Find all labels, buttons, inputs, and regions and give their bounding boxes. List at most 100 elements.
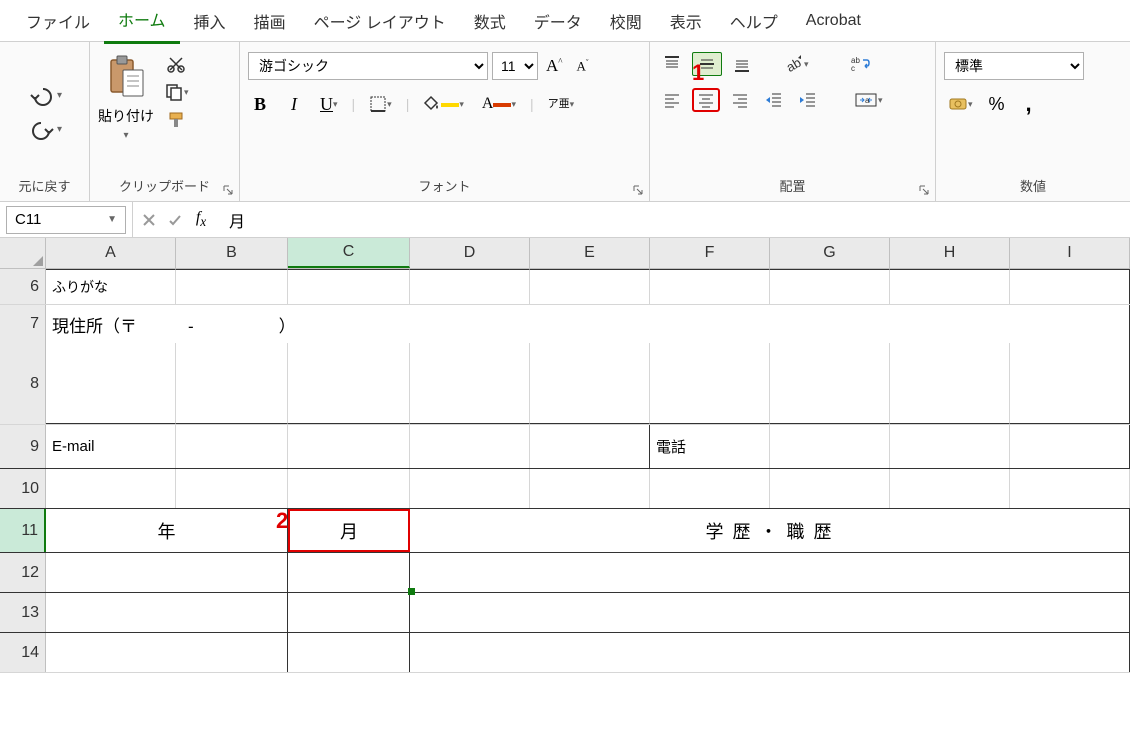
decrease-font-button[interactable]: Aˇ	[571, 54, 595, 78]
row-header[interactable]: 10	[0, 469, 46, 508]
merge-center-button[interactable]: a ▾	[850, 88, 887, 112]
col-header[interactable]: E	[530, 238, 650, 268]
cell[interactable]	[46, 343, 176, 424]
fill-handle[interactable]	[408, 588, 415, 595]
cell[interactable]	[890, 425, 1010, 468]
font-launcher-icon[interactable]	[631, 183, 645, 197]
row-header[interactable]: 14	[0, 633, 46, 672]
cell[interactable]	[288, 269, 410, 304]
paste-button[interactable]: 貼り付け ▾	[98, 52, 154, 141]
cancel-formula-button[interactable]	[137, 208, 161, 232]
redo-button[interactable]: ▾	[23, 114, 66, 144]
cell[interactable]	[176, 469, 288, 508]
col-header[interactable]: H	[890, 238, 1010, 268]
col-header[interactable]: I	[1010, 238, 1130, 268]
align-bottom-button[interactable]	[728, 52, 756, 76]
tab-acrobat[interactable]: Acrobat	[792, 2, 875, 40]
cell[interactable]	[288, 469, 410, 508]
cell[interactable]	[650, 269, 770, 304]
phonetic-button[interactable]: ア亜 ▾	[544, 92, 579, 116]
enter-formula-button[interactable]	[163, 208, 187, 232]
tab-home[interactable]: ホーム	[104, 0, 180, 44]
col-header[interactable]: A	[46, 238, 176, 268]
cell[interactable]: 電話	[650, 425, 770, 468]
cell[interactable]	[176, 343, 288, 424]
row-header[interactable]: 6	[0, 269, 46, 304]
cell[interactable]	[410, 425, 530, 468]
row-header[interactable]: 7	[0, 305, 46, 343]
cell[interactable]	[1010, 269, 1130, 304]
decrease-indent-button[interactable]	[760, 88, 788, 112]
cell[interactable]	[1010, 425, 1130, 468]
percent-button[interactable]: %	[985, 92, 1009, 116]
align-left-button[interactable]	[658, 88, 686, 112]
cell[interactable]	[288, 343, 410, 424]
cell[interactable]	[770, 425, 890, 468]
font-name-select[interactable]: 游ゴシック	[248, 52, 488, 80]
bold-button[interactable]: B	[248, 92, 272, 116]
format-painter-button[interactable]	[162, 108, 190, 132]
col-header[interactable]: D	[410, 238, 530, 268]
insert-function-button[interactable]: fx	[189, 208, 213, 232]
cell[interactable]	[530, 469, 650, 508]
cell[interactable]	[1010, 469, 1130, 508]
cell[interactable]	[410, 343, 530, 424]
tab-data[interactable]: データ	[520, 0, 596, 43]
increase-font-button[interactable]: A^	[542, 54, 567, 78]
select-all-corner[interactable]	[0, 238, 46, 268]
borders-button[interactable]: ▾	[365, 92, 396, 116]
cell[interactable]	[288, 593, 410, 632]
cell[interactable]	[530, 425, 650, 468]
row-header[interactable]: 9	[0, 425, 46, 468]
cell[interactable]	[46, 553, 288, 592]
cell[interactable]	[46, 593, 288, 632]
cell[interactable]	[46, 469, 176, 508]
tab-formulas[interactable]: 数式	[460, 0, 520, 43]
cell[interactable]	[890, 469, 1010, 508]
col-header[interactable]: C	[288, 238, 410, 268]
cell[interactable]: 学 歴 ・ 職 歴	[410, 509, 1130, 552]
cell[interactable]	[890, 269, 1010, 304]
cell[interactable]	[288, 633, 410, 672]
cell[interactable]	[410, 593, 1130, 632]
tab-layout[interactable]: ページ レイアウト	[300, 0, 460, 43]
cell[interactable]: E-mail	[46, 425, 176, 468]
tab-view[interactable]: 表示	[656, 0, 716, 43]
italic-button[interactable]: I	[282, 92, 306, 116]
formula-input[interactable]	[217, 206, 1130, 234]
cell[interactable]	[770, 269, 890, 304]
font-size-select[interactable]: 11	[492, 52, 538, 80]
cell[interactable]	[770, 343, 890, 424]
cell[interactable]	[1010, 343, 1130, 424]
font-color-button[interactable]: A ▾	[478, 92, 520, 116]
cell[interactable]	[530, 269, 650, 304]
col-header[interactable]: F	[650, 238, 770, 268]
undo-button[interactable]: ▾	[23, 80, 66, 110]
cell[interactable]: ふりがな	[46, 269, 176, 304]
tab-draw[interactable]: 描画	[240, 0, 300, 43]
cell[interactable]	[410, 469, 530, 508]
number-format-select[interactable]: 標準	[944, 52, 1084, 80]
cell[interactable]: 年	[46, 509, 288, 552]
row-header[interactable]: 12	[0, 553, 46, 592]
increase-indent-button[interactable]	[794, 88, 822, 112]
clipboard-launcher-icon[interactable]	[221, 183, 235, 197]
col-header[interactable]: G	[770, 238, 890, 268]
cell[interactable]	[410, 269, 530, 304]
cell[interactable]	[770, 469, 890, 508]
tab-insert[interactable]: 挿入	[180, 0, 240, 43]
cell[interactable]	[176, 269, 288, 304]
name-box[interactable]: C11 ▼	[6, 206, 126, 234]
underline-button[interactable]: U▾	[316, 92, 342, 116]
align-center-button[interactable]	[692, 88, 720, 112]
align-top-button[interactable]	[658, 52, 686, 76]
cell[interactable]	[890, 343, 1010, 424]
active-cell[interactable]: 月	[288, 509, 410, 552]
row-header[interactable]: 13	[0, 593, 46, 632]
cell[interactable]	[288, 553, 410, 592]
cell[interactable]: 現住所（〒 - ）	[46, 305, 1130, 343]
accounting-format-button[interactable]: ▾	[944, 92, 977, 116]
cell[interactable]	[410, 633, 1130, 672]
alignment-launcher-icon[interactable]	[917, 183, 931, 197]
tab-file[interactable]: ファイル	[12, 0, 104, 43]
